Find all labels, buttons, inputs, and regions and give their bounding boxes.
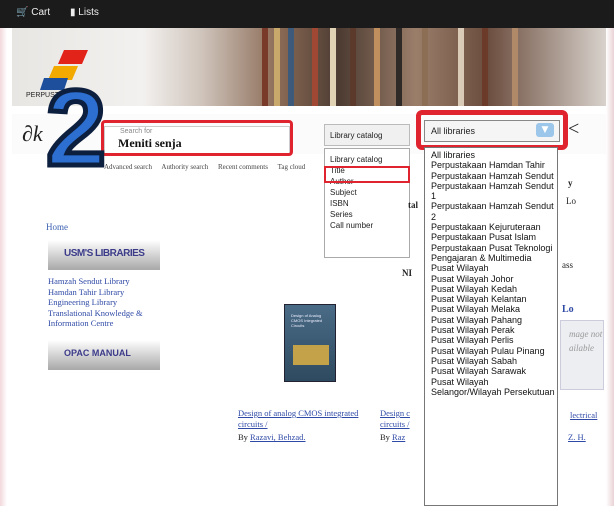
library-option[interactable]: Perpustakaan Hamzah Sendut 1 <box>425 181 557 202</box>
partial-text: NI <box>402 268 413 278</box>
search-links: Advanced search Authority search Recent … <box>104 163 313 171</box>
library-option[interactable]: Pusat Wilayah Kedah <box>425 284 557 294</box>
lists-label: Lists <box>78 7 99 18</box>
library-option[interactable]: Perpustakaan Pusat Teknologi Pengajaran … <box>425 243 557 264</box>
lists-link[interactable]: ▮ Lists <box>70 7 99 18</box>
library-option[interactable]: Pusat Wilayah Selangor/Wilayah Persekutu… <box>425 377 557 398</box>
cart-link[interactable]: 🛒 Cart <box>16 7 50 18</box>
library-option[interactable]: Pusat Wilayah Pulau Pinang <box>425 346 557 356</box>
book-cover[interactable]: Design of Analog CMOS Integrated Circuit… <box>284 304 336 382</box>
library-option[interactable]: Pusat Wilayah Sabah <box>425 356 557 366</box>
book-title-part: circuits / <box>380 419 410 429</box>
author-link[interactable]: Raz <box>392 432 405 442</box>
authority-search-link[interactable]: Authority search <box>161 163 208 171</box>
library-option[interactable]: Perpustakaan Pusat Islam <box>425 232 557 242</box>
step-number-annotation: 2 <box>43 67 108 188</box>
cart-icon: 🛒 <box>16 7 29 18</box>
partial-heading: Lo <box>562 304 574 315</box>
book-author: By Razavi, Behzad. <box>238 432 306 442</box>
book-author: By Raz <box>380 432 405 442</box>
book-title-link[interactable]: Design c circuits / <box>380 408 422 430</box>
library-option[interactable]: Pusat Wilayah Johor <box>425 274 557 284</box>
partial-text: Lo <box>566 196 576 206</box>
catalog-type-dropdown[interactable]: Library catalog Title Author Subject ISB… <box>324 148 410 258</box>
by-label: By <box>380 432 390 442</box>
book-cover-band <box>293 345 329 365</box>
library-option[interactable]: Perpustakaan Hamdan Tahir <box>425 160 557 170</box>
catalog-option[interactable]: Call number <box>325 220 409 231</box>
book-title-link[interactable]: Design of analog CMOS integrated circuit… <box>238 408 368 430</box>
library-link[interactable]: Hamzah Sendut Library <box>48 276 160 287</box>
book-cover-title: Design of Analog CMOS Integrated Circuit… <box>291 313 323 328</box>
top-toolbar: 🛒 Cart ▮ Lists <box>0 0 614 28</box>
partial-text: y <box>568 178 573 188</box>
chevron-down-icon[interactable]: ▼ <box>536 123 554 137</box>
cart-label: Cart <box>31 7 51 18</box>
author-link[interactable]: Razavi, Behzad. <box>250 432 305 442</box>
usm-libraries-heading: USM'S LIBRARIES <box>48 240 160 270</box>
library-option[interactable]: Perpustakaan Hamzah Sendut <box>425 171 557 181</box>
recent-comments-link[interactable]: Recent comments <box>218 163 268 171</box>
opac-manual-heading[interactable]: OPAC MANUAL <box>48 340 160 370</box>
logo-letter: k <box>32 121 43 146</box>
koha-logo[interactable]: ∂k <box>22 121 43 147</box>
library-option[interactable]: Pusat Wilayah Perlis <box>425 335 557 345</box>
library-option[interactable]: Pusat Wilayah Perak <box>425 325 557 335</box>
partial-text: < <box>568 118 580 140</box>
library-link[interactable]: Hamdan Tahir Library <box>48 287 160 298</box>
partial-author-link[interactable]: Z. H. <box>568 432 586 442</box>
partial-title-link[interactable]: lectrical <box>570 410 597 420</box>
library-option[interactable]: Perpustakaan Kejuruteraan <box>425 222 557 232</box>
library-option[interactable]: Pusat Wilayah Melaka <box>425 304 557 314</box>
catalog-option[interactable]: ISBN <box>325 198 409 209</box>
library-option[interactable]: Perpustakaan Hamzah Sendut 2 <box>425 201 557 222</box>
library-option[interactable]: All libraries <box>425 150 557 160</box>
library-link[interactable]: Engineering Library <box>48 297 160 308</box>
catalog-option[interactable]: Series <box>325 209 409 220</box>
catalog-type-select[interactable]: Library catalog <box>324 124 410 146</box>
book-title-part: Design c <box>380 408 410 418</box>
catalog-option[interactable]: Subject <box>325 187 409 198</box>
title-option-highlight <box>324 166 410 183</box>
tag-cloud-link[interactable]: Tag cloud <box>278 163 306 171</box>
library-option[interactable]: Pusat Wilayah Sarawak <box>425 366 557 376</box>
partial-text: tal <box>408 200 418 210</box>
home-link[interactable]: Home <box>46 222 68 232</box>
library-option[interactable]: Pusat Wilayah Kelantan <box>425 294 557 304</box>
by-label: By <box>238 432 248 442</box>
catalog-option[interactable]: Library catalog <box>325 154 409 165</box>
library-links: Hamzah Sendut Library Hamdan Tahir Libra… <box>48 276 160 329</box>
library-link[interactable]: Translational Knowledge & Information Ce… <box>48 308 160 329</box>
list-icon: ▮ <box>70 7 76 18</box>
browser-page: 🛒 Cart ▮ Lists PERPUSTAKAAN ∂k Search fo… <box>0 0 614 506</box>
partial-text: ass <box>562 260 573 270</box>
library-option[interactable]: Pusat Wilayah <box>425 263 557 273</box>
library-dropdown-list[interactable]: All libraries Perpustakaan Hamdan Tahir … <box>424 147 558 506</box>
no-image-placeholder: mage not ailable <box>560 320 604 390</box>
search-input-highlight <box>101 120 293 156</box>
library-option[interactable]: Pusat Wilayah Pahang <box>425 315 557 325</box>
advanced-search-link[interactable]: Advanced search <box>104 163 152 171</box>
